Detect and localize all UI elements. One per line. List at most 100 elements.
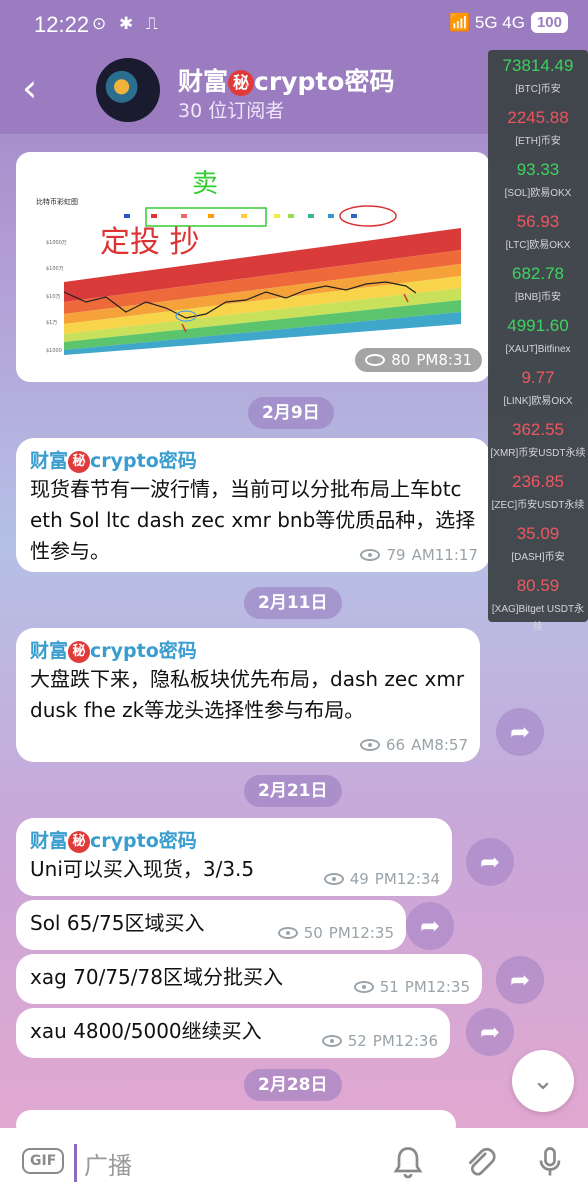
ticker-label: [XAUT]Bitfinex bbox=[505, 344, 571, 355]
paperclip-icon[interactable] bbox=[462, 1144, 498, 1180]
ticker-label: [BNB]币安 bbox=[514, 292, 562, 303]
subscriber-count: 30 位订阅者 bbox=[178, 100, 285, 122]
chart-views-pill: 80 PM8:31 bbox=[355, 348, 482, 372]
ticker-label: [LINK]欧易OKX bbox=[503, 396, 573, 407]
message-bubble[interactable]: 财富秘 crypto密码 现货春节有一波行情，当前可以分批布局上车btc eth … bbox=[16, 438, 490, 572]
message-meta: 66 AM8:57 bbox=[360, 736, 468, 754]
chart-time: PM8:31 bbox=[416, 351, 472, 369]
status-bar: 12:22 ⊙ ✱ ⎍ 📶 5G 4G 100 bbox=[0, 0, 588, 50]
message-bubble[interactable]: 财富秘 crypto密码 Uni可以买入现货，3/3.5 49 PM12:34 bbox=[16, 818, 452, 896]
svg-text:$1万: $1万 bbox=[46, 320, 57, 326]
chart-views: 80 bbox=[391, 351, 411, 369]
ticker-price: 4991.60 bbox=[507, 316, 569, 335]
svg-text:$100万: $100万 bbox=[46, 266, 64, 272]
views-count: 49 bbox=[349, 870, 369, 888]
secret-badge-icon: 秘 bbox=[68, 450, 91, 473]
sell-annotation: 卖 bbox=[192, 169, 218, 199]
sender-suffix: crypto密码 bbox=[90, 640, 197, 662]
ticker-row: 9.77 [LINK]欧易OKX bbox=[488, 362, 588, 414]
svg-text:$10万: $10万 bbox=[46, 294, 61, 300]
sender-suffix: crypto密码 bbox=[90, 830, 197, 852]
price-ticker-overlay: 73814.49 [BTC]币安 2245.88 [ETH]币安 93.33 [SOL]欧… bbox=[488, 50, 588, 633]
ticker-price: 236.85 bbox=[512, 472, 564, 491]
channel-title[interactable]: 财富秘 crypto密码 bbox=[178, 62, 394, 98]
sender-suffix: crypto密码 bbox=[90, 450, 197, 472]
ticker-row: 682.78 [BNB]币安 bbox=[488, 258, 588, 310]
ticker-price: 80.59 bbox=[516, 576, 560, 595]
views-count: 51 bbox=[379, 978, 399, 996]
secret-badge-icon: 秘 bbox=[68, 640, 91, 663]
ticker-row: 236.85 [ZEC]币安USDT永续 bbox=[488, 466, 588, 518]
message-meta: 50 PM12:35 bbox=[277, 924, 394, 942]
sender-prefix: 财富 bbox=[30, 450, 69, 472]
ticker-label: [XAG]Bitget USDT永续 bbox=[491, 604, 585, 633]
status-time: 12:22 bbox=[34, 12, 90, 37]
ticker-price: 9.77 bbox=[521, 368, 555, 387]
views-count: 66 bbox=[386, 736, 406, 754]
message-time: AM11:17 bbox=[411, 546, 478, 564]
ticker-label: [DASH]币安 bbox=[511, 552, 565, 563]
ticker-price: 2245.88 bbox=[507, 108, 569, 127]
forward-share-icon[interactable]: ➦ bbox=[496, 708, 544, 756]
ticker-price: 73814.49 bbox=[502, 56, 574, 75]
sender-prefix: 财富 bbox=[30, 640, 69, 662]
ticker-row: 80.59 [XAG]Bitget USDT永续 bbox=[488, 570, 588, 633]
forward-share-icon[interactable]: ➦ bbox=[466, 1008, 514, 1056]
text-caret bbox=[74, 1144, 77, 1182]
views-count: 52 bbox=[347, 1032, 367, 1050]
forward-share-icon[interactable]: ➦ bbox=[406, 902, 454, 950]
message-time: PM12:35 bbox=[404, 978, 470, 996]
message-time: PM12:34 bbox=[374, 870, 440, 888]
ticker-row: 35.09 [DASH]币安 bbox=[488, 518, 588, 570]
chart-image-message[interactable]: 比特币彩虹图 $1000万 $100万 $10万 $1万 $1000 卖 定投 … bbox=[16, 152, 490, 382]
back-arrow-icon[interactable]: ‹ bbox=[22, 68, 37, 108]
message-time: PM12:35 bbox=[328, 924, 394, 942]
views-eye-icon bbox=[323, 873, 344, 885]
broadcast-input[interactable]: 广播 bbox=[84, 1146, 132, 1181]
sender-name: 财富秘 crypto密码 bbox=[30, 448, 476, 474]
ticker-row: 56.93 [LTC]欧易OKX bbox=[488, 206, 588, 258]
bell-icon[interactable] bbox=[390, 1144, 426, 1180]
ticker-price: 682.78 bbox=[512, 264, 564, 283]
battery-icon: 100 bbox=[530, 12, 568, 33]
message-meta: 49 PM12:34 bbox=[323, 870, 440, 888]
forward-share-icon[interactable]: ➦ bbox=[466, 838, 514, 886]
ticker-row: 73814.49 [BTC]币安 bbox=[488, 50, 588, 102]
sender-name: 财富秘 crypto密码 bbox=[30, 828, 438, 854]
message-bubble[interactable]: 财富秘 crypto密码 大盘跌下来，隐私板块优先布局，dash zec xmr … bbox=[16, 628, 480, 762]
date-chip: 2月9日 bbox=[248, 397, 334, 429]
views-eye-icon bbox=[321, 1035, 342, 1047]
views-count: 79 bbox=[386, 546, 406, 564]
sender-name: 财富秘 crypto密码 bbox=[30, 638, 466, 664]
dca-annotation: 定投 抄 bbox=[100, 225, 200, 260]
ticker-label: [XMR]币安USDT永续 bbox=[490, 448, 586, 459]
ticker-price: 93.33 bbox=[516, 160, 560, 179]
date-chip: 2月28日 bbox=[244, 1069, 342, 1101]
forward-share-icon[interactable]: ➦ bbox=[496, 956, 544, 1004]
ticker-row: 2245.88 [ETH]币安 bbox=[488, 102, 588, 154]
message-bubble[interactable]: Sol 65/75区域买入 50 PM12:35 bbox=[16, 900, 406, 950]
message-bubble[interactable]: xag 70/75/78区域分批买入 51 PM12:35 bbox=[16, 954, 482, 1004]
date-chip: 2月11日 bbox=[244, 587, 342, 619]
ticker-price: 56.93 bbox=[516, 212, 560, 231]
ticker-row: 362.55 [XMR]币安USDT永续 bbox=[488, 414, 588, 466]
sender-prefix: 财富 bbox=[30, 830, 69, 852]
scroll-down-chevron-icon[interactable]: ⌄ bbox=[512, 1050, 574, 1112]
secret-badge-icon: 秘 bbox=[228, 70, 255, 96]
gif-button[interactable]: GIF bbox=[22, 1148, 65, 1174]
message-meta: 79 AM11:17 bbox=[360, 546, 478, 564]
microphone-icon[interactable] bbox=[532, 1144, 568, 1180]
views-eye-icon bbox=[277, 927, 298, 939]
ticker-label: [LTC]欧易OKX bbox=[505, 240, 571, 251]
ticker-label: [BTC]币安 bbox=[515, 84, 561, 95]
avatar[interactable] bbox=[96, 58, 160, 122]
ticker-price: 362.55 bbox=[512, 420, 564, 439]
views-eye-icon bbox=[365, 354, 386, 366]
message-time: AM8:57 bbox=[411, 736, 468, 754]
views-eye-icon bbox=[360, 549, 381, 561]
ticker-row: 93.33 [SOL]欧易OKX bbox=[488, 154, 588, 206]
status-left-icons: ⊙ ✱ ⎍ bbox=[92, 14, 162, 33]
message-text: 大盘跌下来，隐私板块优先布局，dash zec xmr dusk fhe zk等… bbox=[30, 667, 465, 722]
message-bubble[interactable]: xau 4800/5000继续买入 52 PM12:36 bbox=[16, 1008, 450, 1058]
message-meta: 52 PM12:36 bbox=[321, 1032, 438, 1050]
